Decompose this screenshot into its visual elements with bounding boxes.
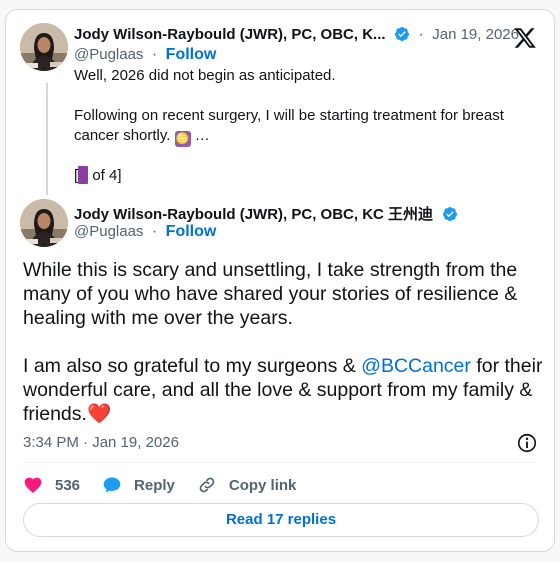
main-tweet-body: While this is scary and unsettling, I ta… — [23, 258, 543, 426]
x-logo-icon[interactable] — [513, 26, 537, 50]
read-replies-button[interactable]: Read 17 replies — [23, 503, 539, 537]
reply-button[interactable]: Reply — [102, 475, 175, 495]
author-name[interactable]: Jody Wilson-Raybould (JWR), PC, OBC, K..… — [74, 26, 386, 43]
line3-text: cancer shortly. — [74, 127, 171, 144]
thread-count-text: of 4] — [88, 167, 122, 184]
tweet-timestamp[interactable]: 3:34 PM · Jan 19, 2026 — [23, 434, 179, 451]
first-tweet-line1: Well, 2026 did not begin as anticipated. — [74, 67, 336, 84]
paragraph-text: I am also so grateful to my surgeons & — [23, 355, 362, 377]
follow-button[interactable]: Follow — [166, 223, 217, 240]
separator-dot: · — [151, 223, 158, 240]
divider — [23, 462, 537, 463]
like-count: 536 — [55, 476, 81, 494]
info-icon[interactable] — [516, 432, 538, 454]
tweet-date[interactable]: Jan 19, 2026 — [432, 26, 519, 43]
copy-link-button[interactable]: Copy link — [197, 475, 297, 495]
author-name[interactable]: Jody Wilson-Raybould (JWR), PC, OBC, KC … — [74, 206, 433, 223]
verified-badge-icon — [442, 206, 458, 227]
separator-dot: · — [151, 46, 158, 63]
embedded-tweet-card: Jody Wilson-Raybould (JWR), PC, OBC, K..… — [5, 9, 555, 552]
main-tweet-paragraph: While this is scary and unsettling, I ta… — [23, 259, 518, 329]
heart-icon — [24, 477, 42, 493]
first-tweet-line4: [ of 4] — [74, 166, 534, 186]
action-bar: 536 Reply Copy link — [23, 471, 318, 499]
user-handle[interactable]: @Puglaas — [74, 223, 143, 240]
bookmark-emoji-icon — [78, 166, 89, 184]
verified-badge-icon — [394, 26, 410, 47]
mention-link[interactable]: @BCCancer — [361, 355, 471, 377]
reply-bubble-icon — [103, 477, 121, 493]
main-tweet-subheader: @Puglaas · Follow — [74, 223, 216, 241]
reply-label: Reply — [134, 476, 175, 494]
like-button[interactable]: 536 — [23, 475, 80, 495]
first-tweet-line3: cancer shortly. ♋ … — [74, 126, 534, 147]
separator-dot: · — [418, 26, 424, 43]
main-tweet-paragraph: I am also so grateful to my surgeons & @… — [23, 354, 543, 426]
copy-link-label: Copy link — [228, 476, 297, 494]
first-tweet-header: Jody Wilson-Raybould (JWR), PC, OBC, K..… — [74, 26, 519, 47]
avatar[interactable] — [20, 23, 68, 71]
avatar[interactable] — [20, 199, 68, 247]
user-handle[interactable]: @Puglaas — [74, 46, 143, 63]
red-heart-emoji: ❤️ — [86, 403, 112, 425]
follow-button[interactable]: Follow — [166, 46, 217, 63]
link-icon — [199, 477, 215, 493]
first-tweet-subheader: @Puglaas · Follow — [74, 46, 216, 64]
first-tweet-line2: Following on recent surgery, I will be s… — [74, 107, 504, 124]
cancer-zodiac-emoji: ♋ — [174, 131, 191, 147]
show-more-ellipsis[interactable]: … — [195, 127, 210, 144]
thread-connector — [46, 83, 48, 195]
